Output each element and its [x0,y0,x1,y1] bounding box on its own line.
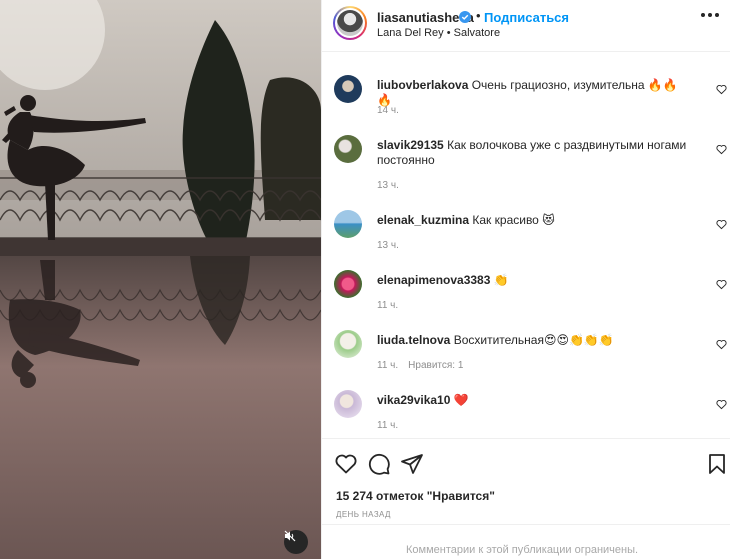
comment-body: Как красиво 😻 [472,213,555,227]
bookmark-icon[interactable] [705,452,729,476]
comment-text: liubovberlakova Очень грациозно, изумите… [377,78,687,108]
comment-meta: 13 ч. [377,180,399,191]
post-header: liasanutiasheva • Подписаться Lana Del R… [322,0,730,52]
comment-text: slavik29135 Как волочкова уже с раздвину… [377,138,687,168]
media-scene [0,0,321,559]
verified-badge-icon [459,11,471,23]
post-date[interactable]: ДЕНЬ НАЗАД [336,510,391,519]
comment-username[interactable]: elenak_kuzmina [377,213,469,227]
comment-time[interactable]: 11 ч. [377,420,398,431]
heart-icon[interactable] [716,399,727,410]
audio-muted-icon [284,530,296,542]
comment-username[interactable]: liuda.telnova [377,333,450,347]
post-media[interactable] [0,0,321,559]
comment-text: elenapimenova3383 👏 [377,273,687,288]
header-separator: • [476,8,481,23]
post-location[interactable]: Lana Del Rey • Salvatore [377,27,500,39]
commenter-avatar[interactable] [334,75,362,103]
comment-username[interactable]: liubovberlakova [377,78,468,92]
author-avatar[interactable] [333,6,367,40]
heart-icon[interactable] [716,219,727,230]
comment-time[interactable]: 11 ч. [377,360,398,371]
comments-list[interactable]: liubovberlakova Очень грациозно, изумите… [322,53,730,439]
comment-meta: 14 ч. [377,105,399,116]
audio-muted-button[interactable] [284,530,308,554]
post-details-panel: liasanutiasheva • Подписаться Lana Del R… [321,0,730,559]
share-icon[interactable] [400,452,424,476]
comment-username[interactable]: elenapimenova3383 [377,273,490,287]
heart-icon[interactable] [716,279,727,290]
post-actions [322,452,730,478]
comment-text: vika29vika10 ❤️ [377,393,687,408]
like-heart-icon[interactable] [334,452,358,476]
comment-meta: 11 ч. [377,420,398,431]
commenter-avatar[interactable] [334,135,362,163]
commenter-avatar[interactable] [334,210,362,238]
commenter-avatar[interactable] [334,270,362,298]
heart-icon[interactable] [716,84,727,95]
more-options-icon[interactable] [701,13,719,19]
comment-body: ❤️ [453,393,469,407]
comment-text: liuda.telnova Восхитительная😍😍👏👏👏 [377,333,687,348]
heart-icon[interactable] [716,144,727,155]
commenter-avatar[interactable] [334,330,362,358]
comment-meta: 11 ч. [377,300,398,311]
comment-body: Восхитительная😍😍👏👏👏 [453,333,614,347]
comment-icon[interactable] [367,452,391,476]
comment-time[interactable]: 11 ч. [377,300,398,311]
comment-time[interactable]: 13 ч. [377,240,399,251]
comments-restricted-notice: Комментарии к этой публикации ограничены… [406,544,639,556]
comment-time[interactable]: 14 ч. [377,105,399,116]
commenter-avatar[interactable] [334,390,362,418]
comment-meta: 11 ч. Нравится: 1 [377,360,463,371]
comment-meta: 13 ч. [377,240,399,251]
comment-username[interactable]: vika29vika10 [377,393,450,407]
comment-body: 👏 [493,273,509,287]
comment-time[interactable]: 13 ч. [377,180,399,191]
comment-likes[interactable]: Нравится: 1 [408,360,463,371]
follow-button[interactable]: Подписаться [484,10,569,25]
comments-footer: Комментарии к этой публикации ограничены… [322,524,730,559]
comment-username[interactable]: slavik29135 [377,138,444,152]
heart-icon[interactable] [716,339,727,350]
comment-text: elenak_kuzmina Как красиво 😻 [377,213,687,228]
likes-count[interactable]: 15 274 отметок "Нравится" [336,489,495,503]
